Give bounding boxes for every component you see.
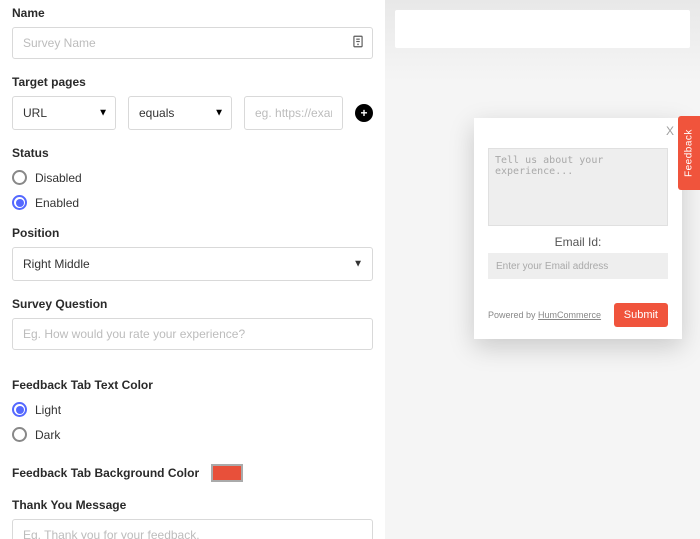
preview-footer: Powered by HumCommerce Submit (488, 303, 668, 327)
preview-submit-button[interactable]: Submit (614, 303, 668, 327)
target-row: URL ▼ equals ▼ + (12, 96, 373, 130)
position-select[interactable]: Right Middle (12, 247, 373, 281)
label-status: Status (12, 146, 373, 160)
label-target: Target pages (12, 75, 373, 89)
name-input-wrap (12, 27, 373, 59)
radio-icon (12, 170, 27, 185)
target-url-type-select[interactable]: URL (12, 96, 116, 130)
text-color-light-radio[interactable]: Light (12, 402, 373, 417)
label-survey-question: Survey Question (12, 297, 373, 311)
label-thank-you: Thank You Message (12, 498, 373, 512)
add-target-button[interactable]: + (355, 104, 373, 122)
position-select-wrap: Right Middle ▼ (12, 247, 373, 281)
preview-card: X Email Id: Powered by HumCommerce Submi… (474, 118, 682, 339)
form-panel: Name Target pages URL ▼ (0, 0, 385, 539)
preview-close-button[interactable]: X (666, 124, 674, 138)
radio-label: Light (35, 403, 61, 417)
target-value-input[interactable] (244, 96, 343, 130)
tab-bg-row: Feedback Tab Background Color (12, 464, 373, 482)
app-root: Name Target pages URL ▼ (0, 0, 700, 539)
plus-icon: + (360, 106, 367, 120)
preview-email-label: Email Id: (488, 235, 668, 249)
radio-icon (12, 402, 27, 417)
feedback-tab[interactable]: Feedback (678, 116, 700, 190)
preview-panel: X Email Id: Powered by HumCommerce Submi… (385, 0, 700, 539)
radio-label: Disabled (35, 171, 82, 185)
status-enabled-radio[interactable]: Enabled (12, 195, 373, 210)
powered-prefix: Powered by (488, 310, 538, 320)
target-operator-select[interactable]: equals (128, 96, 232, 130)
radio-label: Dark (35, 428, 60, 442)
label-tab-bg-color: Feedback Tab Background Color (12, 466, 199, 480)
preview-email-input[interactable] (488, 253, 668, 279)
text-color-dark-radio[interactable]: Dark (12, 427, 373, 442)
status-disabled-radio[interactable]: Disabled (12, 170, 373, 185)
radio-icon (12, 195, 27, 210)
survey-question-input[interactable] (12, 318, 373, 350)
tab-bg-color-swatch[interactable] (211, 464, 243, 482)
powered-brand-link[interactable]: HumCommerce (538, 310, 601, 320)
preview-powered-by: Powered by HumCommerce (488, 310, 601, 320)
preview-textarea[interactable] (488, 148, 668, 226)
tag-icon (351, 35, 365, 52)
name-input[interactable] (12, 27, 373, 59)
thank-you-input[interactable] (12, 519, 373, 539)
radio-label: Enabled (35, 196, 79, 210)
target-operator-wrap: equals ▼ (128, 96, 232, 130)
target-value-wrap (244, 96, 343, 130)
radio-icon (12, 427, 27, 442)
label-position: Position (12, 226, 373, 240)
label-tab-text-color: Feedback Tab Text Color (12, 378, 373, 392)
target-url-type-wrap: URL ▼ (12, 96, 116, 130)
label-name: Name (12, 6, 373, 20)
